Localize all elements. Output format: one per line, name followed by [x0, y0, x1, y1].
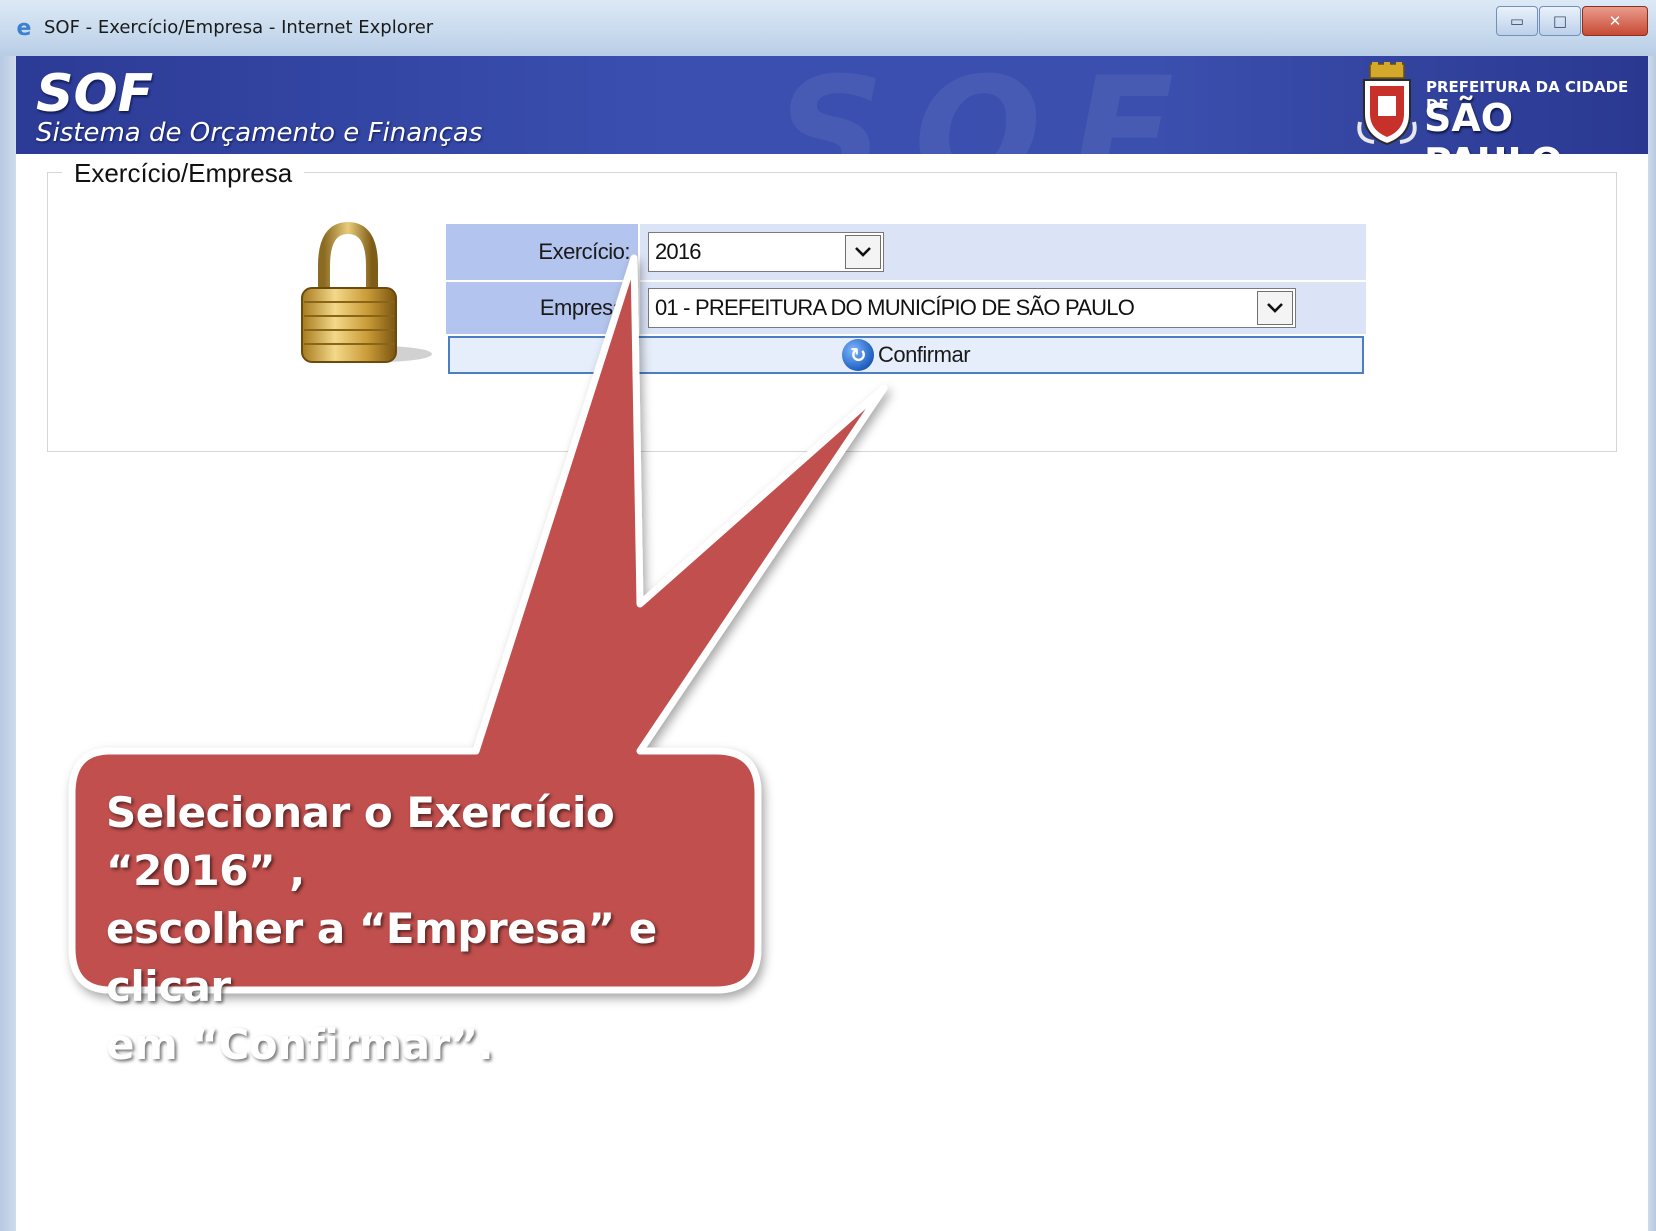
window-title: SOF - Exercício/Empresa - Internet Explo… — [44, 17, 434, 38]
window-titlebar: e SOF - Exercício/Empresa - Internet Exp… — [0, 0, 1656, 57]
padlock-icon — [301, 222, 432, 363]
internet-explorer-icon: e — [16, 16, 32, 41]
exercicio-row: Exercício: 2016 — [446, 224, 1366, 280]
empresa-value-cell: 01 - PREFEITURA DO MUNICÍPIO DE SÃO PAUL… — [640, 282, 1366, 334]
callout-line-1: Selecionar o Exercício “2016” , — [106, 788, 615, 895]
confirm-button[interactable]: ↻ Confirmar — [448, 336, 1364, 374]
exercicio-select[interactable]: 2016 — [648, 232, 884, 272]
exercicio-selected-value: 2016 — [655, 239, 702, 264]
refresh-arrow-icon: ↻ — [841, 339, 874, 371]
app-logo-title: SOF — [36, 64, 154, 124]
minimize-button[interactable]: ▭ — [1496, 6, 1538, 36]
callout-instruction: Selecionar o Exercício “2016” , escolher… — [106, 784, 726, 1074]
sao-paulo-label: SÃO PAULO — [1424, 96, 1563, 154]
app-subtitle: Sistema de Orçamento e Finanças — [36, 118, 483, 148]
empresa-label: Empresa: — [446, 282, 638, 334]
empresa-selected-value: 01 - PREFEITURA DO MUNICÍPIO DE SÃO PAUL… — [655, 295, 1135, 320]
empresa-row: Empresa: 01 - PREFEITURA DO MUNICÍPIO DE… — [446, 282, 1366, 334]
chevron-down-icon[interactable] — [1257, 291, 1293, 325]
group-title: Exercício/Empresa — [62, 158, 305, 189]
app-banner: SOF SOF Sistema de Orçamento e Finanças … — [16, 56, 1648, 154]
chevron-down-icon[interactable] — [845, 235, 881, 269]
city-crest-icon — [1357, 62, 1417, 146]
window-frame-right — [1648, 56, 1656, 1231]
maximize-button[interactable]: □ — [1539, 6, 1581, 36]
exercicio-label: Exercício: — [446, 224, 638, 280]
empresa-select[interactable]: 01 - PREFEITURA DO MUNICÍPIO DE SÃO PAUL… — [648, 288, 1296, 328]
window-controls: ▭ □ ✕ — [1495, 6, 1648, 36]
banner-watermark: SOF — [776, 56, 1205, 154]
exercicio-value-cell: 2016 — [640, 224, 1366, 280]
callout-line-2: escolher a “Empresa” e clicar — [106, 904, 657, 1011]
callout-line-3: em “Confirmar”. — [106, 1020, 494, 1069]
close-button[interactable]: ✕ — [1582, 6, 1648, 36]
confirm-label: Confirmar — [877, 342, 971, 367]
window-frame-left — [0, 56, 16, 1231]
